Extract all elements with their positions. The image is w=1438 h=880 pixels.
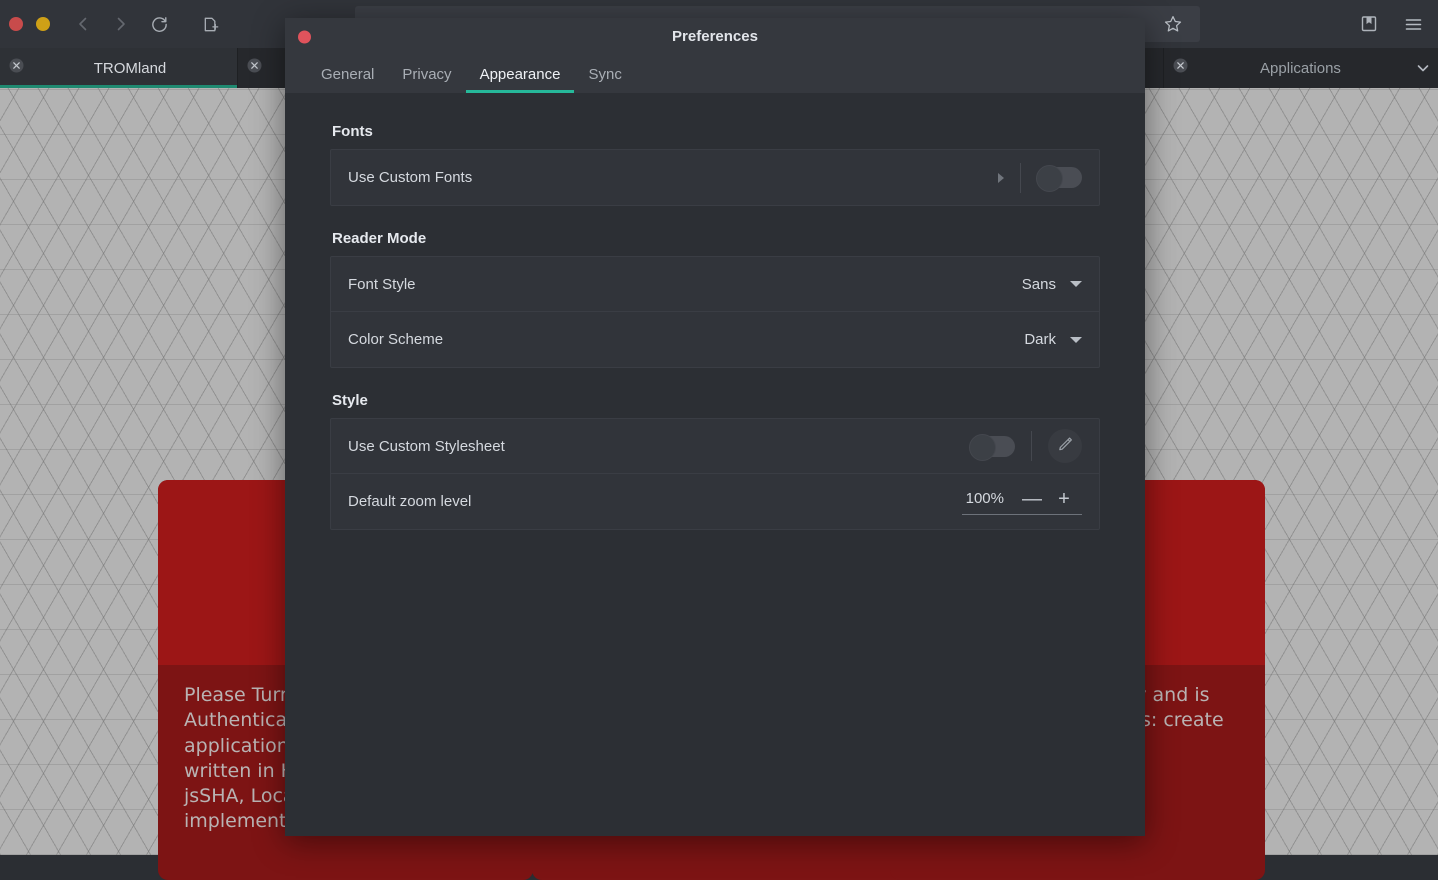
- divider: [1031, 431, 1032, 461]
- tab-close-icon[interactable]: [246, 57, 263, 79]
- section-heading-style: Style: [332, 392, 1100, 409]
- edit-stylesheet-button[interactable]: [1048, 429, 1082, 463]
- row-controls: 100% — +: [962, 489, 1082, 515]
- zoom-increase-button[interactable]: +: [1056, 489, 1072, 509]
- settings-group-reader-mode: Font Style Sans Color Scheme Dark: [330, 256, 1100, 368]
- section-heading-fonts: Fonts: [332, 123, 1100, 140]
- reload-button[interactable]: [142, 7, 176, 41]
- row-label: Use Custom Fonts: [348, 169, 998, 186]
- window-controls: [0, 17, 50, 31]
- row-use-custom-fonts[interactable]: Use Custom Fonts: [331, 150, 1099, 205]
- use-custom-stylesheet-toggle[interactable]: [970, 436, 1015, 457]
- use-custom-fonts-toggle[interactable]: [1037, 167, 1082, 188]
- browser-window: TROMland A Applications: [0, 0, 1438, 855]
- tab-applications[interactable]: Applications: [1164, 48, 1438, 88]
- row-use-custom-stylesheet[interactable]: Use Custom Stylesheet: [331, 419, 1099, 474]
- preferences-dialog: Preferences General Privacy Appearance S…: [285, 18, 1145, 836]
- row-label: Color Scheme: [348, 331, 1024, 348]
- window-close-button[interactable]: [9, 17, 23, 31]
- row-label: Default zoom level: [348, 493, 962, 510]
- preferences-tabs: General Privacy Appearance Sync: [285, 55, 1145, 93]
- tab-list-caret-down-icon[interactable]: [1406, 61, 1430, 75]
- chevron-down-icon[interactable]: [1070, 337, 1082, 343]
- row-label: Font Style: [348, 276, 1022, 293]
- section-heading-reader-mode: Reader Mode: [332, 230, 1100, 247]
- row-font-style[interactable]: Font Style Sans: [331, 257, 1099, 312]
- row-default-zoom-level[interactable]: Default zoom level 100% — +: [331, 474, 1099, 529]
- stepper-underline: [962, 514, 1082, 515]
- expand-caret-right-icon[interactable]: [998, 173, 1004, 183]
- tab-general[interactable]: General: [307, 66, 388, 93]
- stepper-row: 100% — +: [962, 489, 1082, 514]
- row-controls: Sans: [1022, 276, 1082, 293]
- row-controls: [998, 163, 1082, 193]
- navigation-buttons: [66, 7, 228, 41]
- font-style-select-value[interactable]: Sans: [1022, 276, 1056, 293]
- tab-label: Applications: [1195, 60, 1406, 77]
- close-button[interactable]: [298, 30, 311, 43]
- tab-close-icon[interactable]: [1172, 57, 1189, 79]
- row-label: Use Custom Stylesheet: [348, 438, 970, 455]
- back-button[interactable]: [66, 7, 100, 41]
- window-minimize-button[interactable]: [36, 17, 50, 31]
- dialog-titlebar: Preferences: [285, 18, 1145, 55]
- toolbar-right-icons: [1352, 6, 1430, 42]
- pencil-icon: [1057, 435, 1074, 457]
- forward-button[interactable]: [104, 7, 138, 41]
- tab-appearance[interactable]: Appearance: [466, 66, 575, 93]
- zoom-level-stepper: 100% — +: [962, 489, 1082, 515]
- row-controls: Dark: [1024, 331, 1082, 348]
- tab-close-icon[interactable]: [8, 57, 25, 79]
- settings-group-style: Use Custom Stylesheet Default zoom level: [330, 418, 1100, 530]
- new-page-button[interactable]: [194, 7, 228, 41]
- tab-label: TROMland: [31, 60, 229, 77]
- chevron-down-icon[interactable]: [1070, 281, 1082, 287]
- tab-sync[interactable]: Sync: [574, 66, 635, 93]
- divider: [1020, 163, 1021, 193]
- row-controls: [970, 429, 1082, 463]
- tab-tromland[interactable]: TROMland: [0, 48, 238, 88]
- settings-group-fonts: Use Custom Fonts: [330, 149, 1100, 206]
- zoom-level-value: 100%: [962, 490, 1004, 507]
- bookmark-star-icon[interactable]: [1156, 7, 1190, 41]
- tab-privacy[interactable]: Privacy: [388, 66, 465, 93]
- row-color-scheme[interactable]: Color Scheme Dark: [331, 312, 1099, 367]
- bookmarks-library-icon[interactable]: [1352, 7, 1386, 41]
- dialog-title: Preferences: [672, 28, 758, 45]
- color-scheme-select-value[interactable]: Dark: [1024, 331, 1056, 348]
- preferences-body: Fonts Use Custom Fonts Reader Mode Font …: [285, 93, 1145, 836]
- zoom-decrease-button[interactable]: —: [1022, 489, 1038, 509]
- menu-hamburger-icon[interactable]: [1396, 7, 1430, 41]
